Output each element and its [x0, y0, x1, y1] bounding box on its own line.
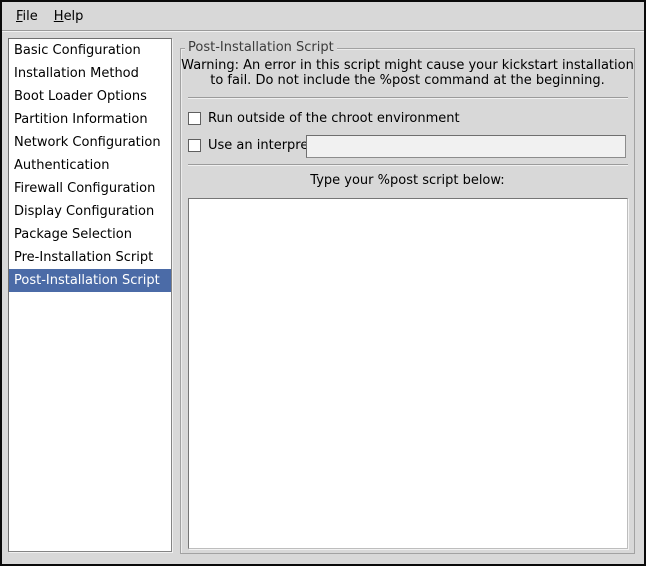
frame-title: Post-Installation Script	[185, 40, 337, 55]
chroot-checkbox-label: Run outside of the chroot environment	[208, 111, 460, 126]
menu-help-accel: H	[54, 9, 64, 24]
sidebar-item-network-configuration[interactable]: Network Configuration	[9, 131, 171, 154]
sidebar-item-pre-installation-script[interactable]: Pre-Installation Script	[9, 246, 171, 269]
sidebar-item-post-installation-script[interactable]: Post-Installation Script	[9, 269, 171, 292]
menu-file[interactable]: File	[8, 5, 46, 28]
menu-file-label: ile	[23, 9, 38, 24]
menu-bar: File Help	[2, 2, 644, 31]
section-list: Basic Configuration Installation Method …	[8, 38, 172, 552]
menu-help[interactable]: Help	[46, 5, 92, 28]
sidebar-item-basic-configuration[interactable]: Basic Configuration	[9, 39, 171, 62]
sidebar-item-display-configuration[interactable]: Display Configuration	[9, 200, 171, 223]
warning-text: Warning: An error in this script might c…	[181, 58, 634, 88]
separator	[188, 97, 628, 99]
sidebar-item-installation-method[interactable]: Installation Method	[9, 62, 171, 85]
warning-line-2: to fail. Do not include the %post comman…	[181, 73, 634, 88]
chroot-checkbox-row: Run outside of the chroot environment	[188, 109, 460, 127]
post-script-textarea[interactable]	[188, 198, 628, 549]
chroot-checkbox[interactable]	[188, 112, 201, 125]
menu-help-label: elp	[64, 9, 84, 24]
interpreter-input[interactable]	[306, 135, 626, 158]
sidebar-item-partition-information[interactable]: Partition Information	[9, 108, 171, 131]
post-installation-script-frame: Post-Installation Script Warning: An err…	[180, 48, 635, 554]
kickstart-configurator-window: File Help Basic Configuration Installati…	[0, 0, 646, 566]
sidebar-item-package-selection[interactable]: Package Selection	[9, 223, 171, 246]
interpreter-checkbox[interactable]	[188, 139, 201, 152]
sidebar-item-firewall-configuration[interactable]: Firewall Configuration	[9, 177, 171, 200]
script-area-label: Type your %post script below:	[181, 173, 634, 188]
sidebar-item-authentication[interactable]: Authentication	[9, 154, 171, 177]
warning-line-1: Warning: An error in this script might c…	[181, 58, 634, 73]
sidebar-item-boot-loader-options[interactable]: Boot Loader Options	[9, 85, 171, 108]
separator	[188, 164, 628, 166]
